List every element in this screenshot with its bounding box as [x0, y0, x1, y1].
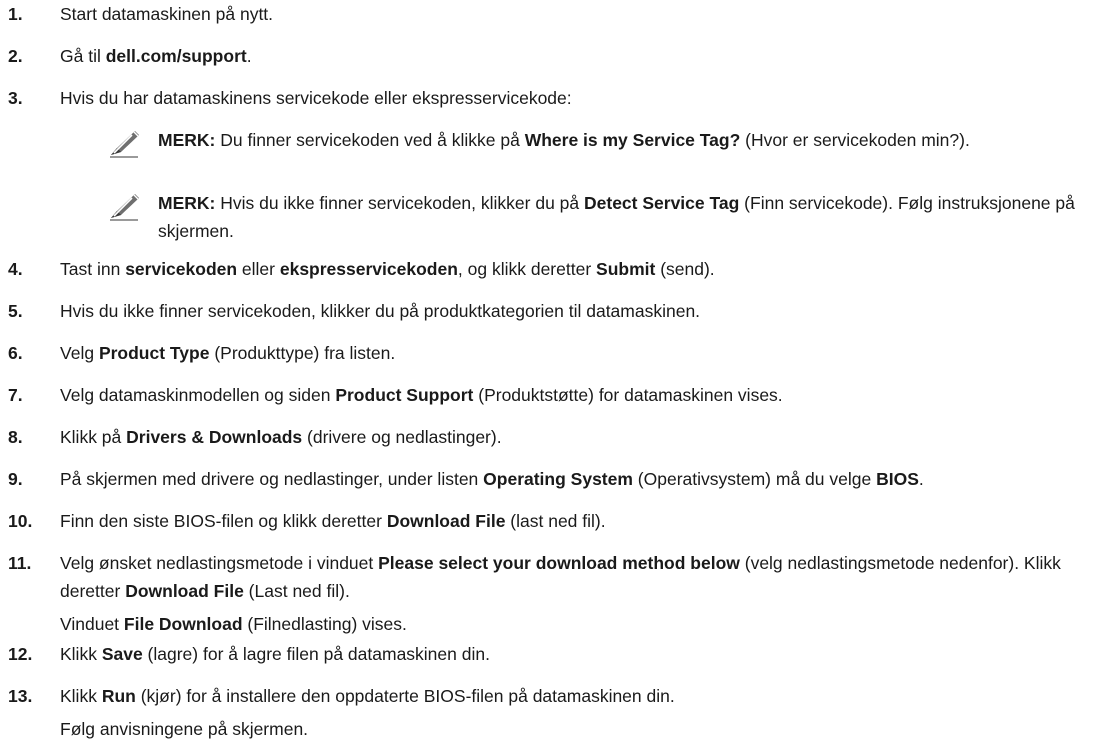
text-run: (kjør) for å installere den oppdaterte B… — [135, 686, 675, 706]
text-run: (Operativsystem) må du velge — [632, 469, 877, 489]
bold-term: Download File — [386, 511, 506, 531]
step-text: Gå til dell.com/support. — [60, 42, 1098, 70]
bold-term: Save — [101, 644, 143, 664]
text-run: Hvis du har datamaskinens servicekode el… — [60, 88, 572, 108]
text-run: Gå til — [60, 46, 106, 66]
step-text: Hvis du ikke finner servicekoden, klikke… — [60, 297, 1098, 325]
bold-term: ekspresservicekoden — [279, 259, 458, 279]
text-run: . — [246, 46, 252, 66]
bold-term: Please select your download method below — [378, 553, 740, 573]
text-run: (Filnedlasting) vises. — [242, 614, 407, 634]
step-number: 6. — [8, 343, 23, 363]
bold-term: Operating System — [483, 469, 633, 489]
bold-term: Run — [101, 686, 136, 706]
bold-term: dell.com/support — [105, 46, 247, 66]
step-text: Velg Product Type (Produkttype) fra list… — [60, 339, 1098, 367]
bold-term: Detect Service Tag — [584, 193, 740, 213]
text-run: Velg ønsket nedlastingsmetode i vinduet — [60, 553, 379, 573]
text-run: Hvis du ikke finner servicekoden, klikke… — [215, 193, 584, 213]
text-run: Klikk — [60, 644, 102, 664]
bold-term: Submit — [596, 259, 656, 279]
bold-term: MERK: — [158, 193, 216, 213]
note-pencil-icon — [108, 128, 142, 158]
text-run: Start datamaskinen på nytt. — [60, 4, 274, 24]
step-text: Klikk Save (lagre) for å lagre filen på … — [60, 640, 1098, 668]
step-text: Start datamaskinen på nytt. — [60, 0, 1098, 28]
text-run: Vinduet — [60, 614, 124, 634]
text-run: På skjermen med drivere og nedlastinger,… — [60, 469, 484, 489]
step-text: Hvis du har datamaskinens servicekode el… — [60, 84, 1098, 112]
bold-term: servicekoden — [125, 259, 238, 279]
text-run: (Produktstøtte) for datamaskinen vises. — [473, 385, 783, 405]
text-run: Tast inn — [60, 259, 126, 279]
step-number: 11. — [8, 553, 32, 573]
step-followup-text: Vinduet File Download (Filnedlasting) vi… — [60, 610, 1098, 638]
text-run: Velg — [60, 343, 99, 363]
bold-term: Download File — [125, 581, 244, 601]
text-run: Hvis du ikke finner servicekoden, klikke… — [60, 301, 701, 321]
text-run: . — [918, 469, 924, 489]
step-text: Klikk på Drivers & Downloads (drivere og… — [60, 423, 1098, 451]
text-run: Finn den siste BIOS-filen og klikk deret… — [60, 511, 387, 531]
step-text: Velg datamaskinmodellen og siden Product… — [60, 381, 1098, 409]
text-run: Følg anvisningene på skjermen. — [60, 719, 309, 739]
text-run: Velg datamaskinmodellen og siden — [60, 385, 336, 405]
text-run: (Hvor er servicekoden min?). — [740, 130, 970, 150]
step-number: 5. — [8, 301, 23, 321]
note-text: MERK: Hvis du ikke finner servicekoden, … — [158, 189, 1098, 245]
step-number: 3. — [8, 88, 23, 108]
step-number: 8. — [8, 427, 23, 447]
step-number: 7. — [8, 385, 23, 405]
step-number: 12. — [8, 644, 33, 664]
bold-term: MERK: — [158, 130, 216, 150]
step-text: Finn den siste BIOS-filen og klikk deret… — [60, 507, 1098, 535]
text-run: (send). — [655, 259, 715, 279]
text-run: (drivere og nedlastinger). — [302, 427, 502, 447]
text-run: eller — [237, 259, 280, 279]
step-number: 2. — [8, 46, 23, 66]
text-run: Du finner servicekoden ved å klikke på — [215, 130, 525, 150]
instruction-document: 1. Start datamaskinen på nytt. 2. Gå til de… — [0, 0, 1110, 754]
step-text: På skjermen med drivere og nedlastinger,… — [60, 465, 1098, 493]
bold-term: Drivers & Downloads — [126, 427, 303, 447]
text-run: Klikk på — [60, 427, 127, 447]
bold-term: Product Type — [98, 343, 210, 363]
bold-term: Where is my Service Tag? — [524, 130, 741, 150]
bold-term: File Download — [123, 614, 243, 634]
step-number: 4. — [8, 259, 23, 279]
text-run: (Last ned fil). — [243, 581, 350, 601]
text-run: (lagre) for å lagre filen på datamaskine… — [142, 644, 490, 664]
step-number: 13. — [8, 686, 33, 706]
step-text: Tast inn servicekoden eller ekspresservi… — [60, 255, 1098, 283]
step-number: 9. — [8, 469, 23, 489]
step-number: 10. — [8, 511, 33, 531]
note-pencil-icon — [108, 191, 142, 221]
bold-term: BIOS — [876, 469, 919, 489]
step-number: 1. — [8, 4, 23, 24]
text-run: (Produkttype) fra listen. — [209, 343, 396, 363]
step-text: Klikk Run (kjør) for å installere den op… — [60, 682, 1098, 743]
text-run: (last ned fil). — [505, 511, 606, 531]
step-followup-text: Følg anvisningene på skjermen. — [60, 715, 1098, 743]
text-run: , og klikk deretter — [457, 259, 597, 279]
bold-term: Product Support — [335, 385, 474, 405]
step-text: Velg ønsket nedlastingsmetode i vinduet … — [60, 549, 1098, 638]
text-run: Klikk — [60, 686, 102, 706]
note-text: MERK: Du finner servicekoden ved å klikk… — [158, 126, 1098, 154]
